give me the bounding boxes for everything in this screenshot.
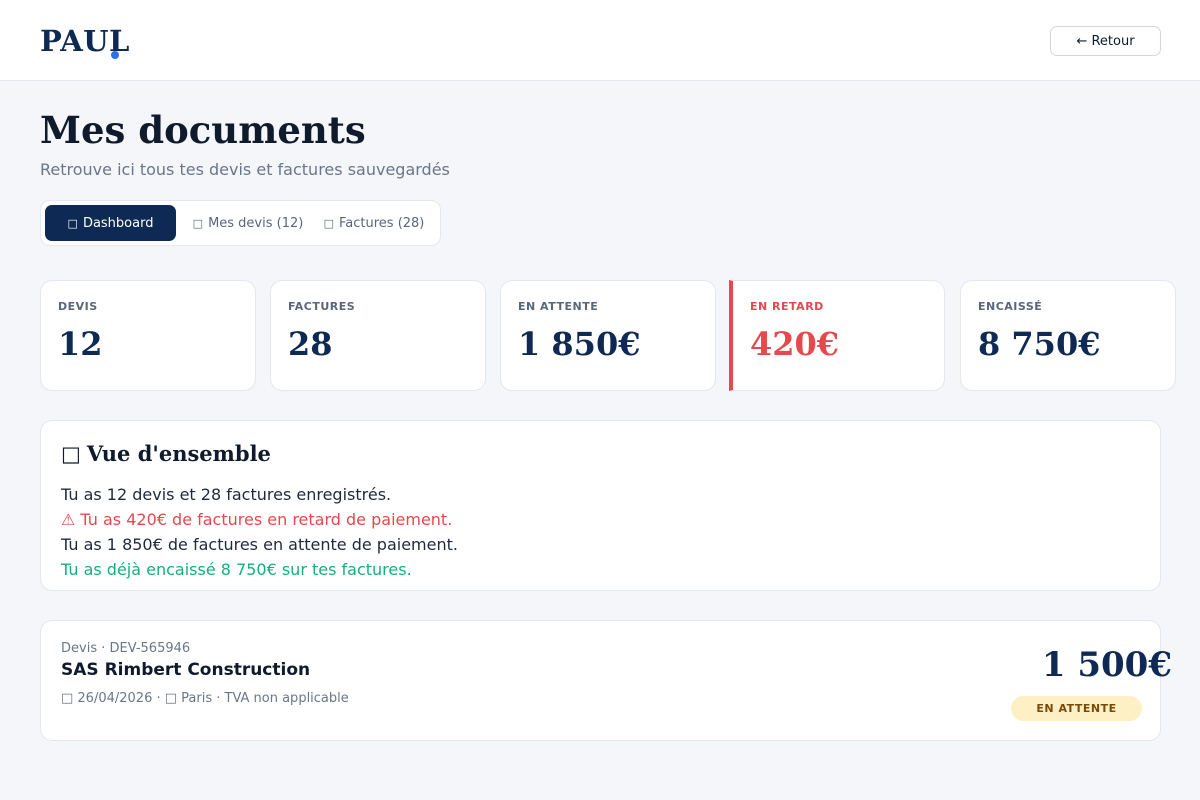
tab-devis[interactable]: □ Mes devis (12) bbox=[186, 205, 310, 241]
document-type-ref: Devis · DEV-565946 bbox=[61, 641, 191, 656]
stat-label: ENCAISSÉ bbox=[978, 300, 1043, 313]
stat-card-en-attente[interactable]: EN ATTENTE 1 850€ bbox=[500, 280, 716, 391]
page-subtitle: Retrouve ici tous tes devis et factures … bbox=[40, 160, 450, 179]
document-amount: 1 500€ bbox=[1041, 645, 1172, 685]
stat-card-factures[interactable]: FACTURES 28 bbox=[270, 280, 486, 391]
stat-value: 28 bbox=[288, 325, 333, 363]
stat-label: EN ATTENTE bbox=[518, 300, 599, 313]
overview-pending: Tu as 1 850€ de factures en attente de p… bbox=[61, 535, 458, 554]
stat-label: FACTURES bbox=[288, 300, 356, 313]
overview-collected: Tu as déjà encaissé 8 750€ sur tes factu… bbox=[61, 560, 412, 579]
overview-late-warning: ⚠ Tu as 420€ de factures en retard de pa… bbox=[61, 510, 453, 529]
factures-icon: □ bbox=[323, 216, 334, 230]
page-title: Mes documents bbox=[40, 108, 366, 152]
stat-card-devis[interactable]: DEVIS 12 bbox=[40, 280, 256, 391]
document-card[interactable]: Devis · DEV-565946 SAS Rimbert Construct… bbox=[40, 620, 1172, 741]
tab-label: Factures (28) bbox=[339, 215, 425, 231]
overview-summary: Tu as 12 devis et 28 factures enregistré… bbox=[61, 485, 392, 504]
stat-value: 12 bbox=[58, 325, 103, 363]
stat-value: 8 750€ bbox=[978, 325, 1101, 363]
document-client: SAS Rimbert Construction bbox=[61, 660, 311, 680]
stat-card-encaisse[interactable]: ENCAISSÉ 8 750€ bbox=[960, 280, 1176, 391]
devis-icon: □ bbox=[192, 216, 204, 230]
document-meta: □ 26/04/2026 · □ Paris · TVA non applica… bbox=[61, 691, 349, 706]
overview-card: □ Vue d'ensemble Tu as 12 devis et 28 fa… bbox=[40, 420, 1161, 591]
status-badge: EN ATTENTE bbox=[1011, 696, 1142, 721]
top-bar: PAUL ← Retour bbox=[0, 0, 1200, 81]
overview-title-text: Vue d'ensemble bbox=[86, 441, 271, 466]
tab-label: Dashboard bbox=[82, 215, 154, 231]
tab-dashboard[interactable]: □ Dashboard bbox=[45, 205, 176, 241]
dashboard-icon: □ bbox=[67, 216, 78, 230]
back-button[interactable]: ← Retour bbox=[1050, 26, 1161, 56]
logo-accent-dot bbox=[111, 51, 119, 59]
overview-title: □ Vue d'ensemble bbox=[61, 441, 271, 466]
tab-label: Mes devis (12) bbox=[208, 215, 304, 231]
stat-label: DEVIS bbox=[58, 300, 98, 313]
stat-value: 1 850€ bbox=[518, 325, 641, 363]
stat-value: 420€ bbox=[750, 325, 840, 363]
tab-bar: □ Dashboard □ Mes devis (12) □ Factures … bbox=[40, 200, 441, 246]
stat-label: EN RETARD bbox=[750, 300, 824, 313]
stat-card-en-retard[interactable]: EN RETARD 420€ bbox=[729, 280, 945, 391]
tab-factures[interactable]: □ Factures (28) bbox=[318, 205, 430, 241]
chart-icon: □ bbox=[61, 441, 81, 466]
